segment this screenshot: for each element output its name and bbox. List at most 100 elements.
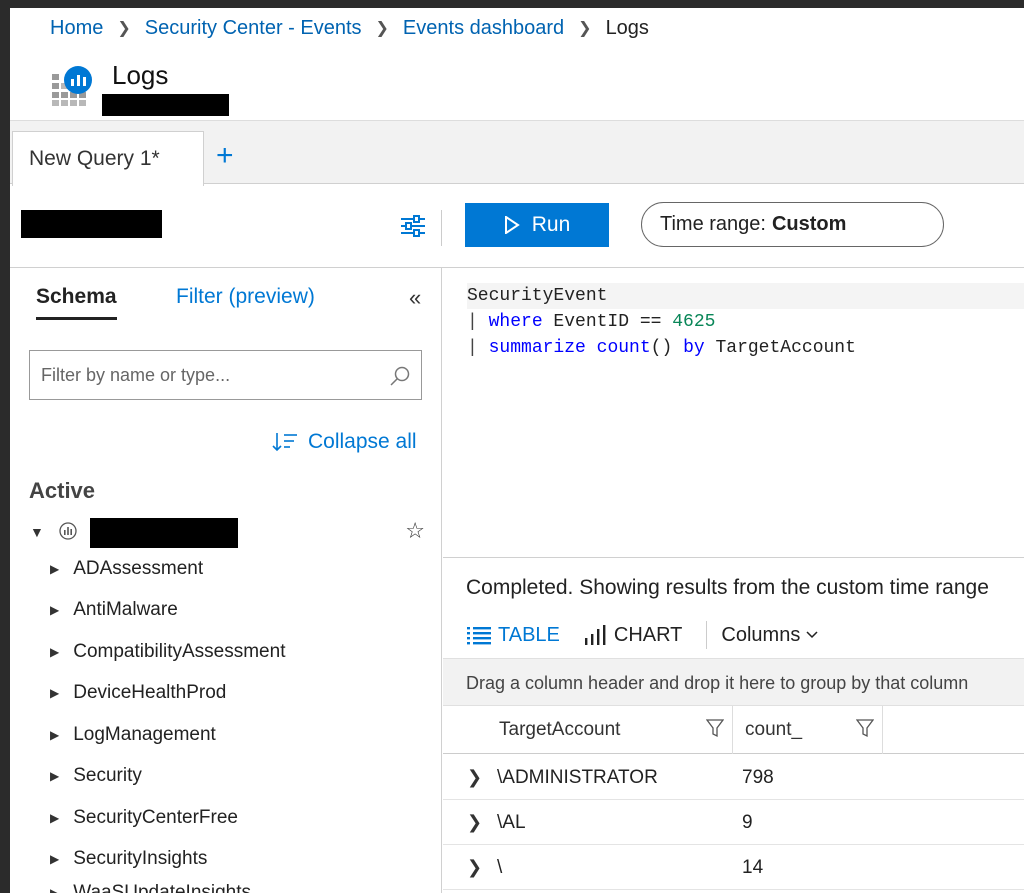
schema-item[interactable]: ▶ CompatibilityAssessment	[50, 641, 285, 663]
cell-count: 14	[742, 857, 764, 878]
code-keyword: summarize	[488, 338, 586, 358]
cell-target-account: \ADMINISTRATOR	[497, 767, 658, 788]
group-by-drop-zone[interactable]: Drag a column header and drop it here to…	[443, 658, 1024, 706]
star-icon[interactable]: ☆	[405, 518, 425, 544]
code-keyword: where	[488, 312, 543, 332]
column-header-label: count_	[745, 719, 803, 740]
tab-new-query-1[interactable]: New Query 1*	[12, 131, 204, 186]
collapse-all-button[interactable]: Collapse all	[272, 430, 417, 454]
workspace-icon	[59, 522, 77, 540]
tab-filter-preview[interactable]: Filter (preview)	[176, 285, 315, 309]
play-icon	[504, 216, 520, 234]
table-row[interactable]: ❯ \ADMINISTRATOR 798	[443, 755, 1024, 800]
run-button[interactable]: Run	[465, 203, 609, 247]
caret-right-icon: ▶	[50, 769, 60, 783]
results-pane: Completed. Showing results from the cust…	[443, 558, 1024, 893]
columns-dropdown[interactable]: Columns	[721, 624, 818, 647]
breadcrumb-current: Logs	[605, 16, 649, 39]
caret-right-icon: ▶	[50, 603, 60, 617]
sort-lines-icon	[272, 433, 297, 452]
collapse-all-label: Collapse all	[308, 430, 417, 453]
column-header-count[interactable]: count_	[733, 706, 883, 754]
schema-search-box	[29, 350, 422, 400]
time-range-button[interactable]: Time range: Custom	[641, 202, 944, 247]
caret-right-icon: ▶	[50, 886, 60, 893]
active-section-heading: Active	[29, 478, 96, 503]
chevron-right-icon: ❯	[375, 20, 389, 37]
columns-label: Columns	[721, 623, 801, 646]
code-pipe: |	[467, 312, 489, 332]
caret-right-icon: ▶	[50, 728, 60, 742]
tab-chart[interactable]: CHART	[584, 623, 683, 647]
view-tabs: TABLE CHART Columns	[466, 620, 818, 650]
caret-down-icon[interactable]: ▼	[30, 524, 44, 540]
schema-item-label: CompatibilityAssessment	[73, 641, 286, 662]
schema-item[interactable]: ▶ ADAssessment	[50, 558, 203, 580]
schema-item[interactable]: ▶ WaaSUpdateInsights	[50, 882, 251, 893]
breadcrumb-home[interactable]: Home	[50, 17, 103, 40]
run-button-label: Run	[531, 213, 571, 236]
expand-row-icon[interactable]: ❯	[467, 767, 482, 788]
schema-item-label: ADAssessment	[73, 558, 204, 579]
schema-item-label: SecurityCenterFree	[73, 807, 238, 828]
cell-count: 9	[742, 812, 753, 833]
view-tabs-divider	[706, 621, 708, 649]
code-text: EventID ==	[542, 312, 673, 332]
toolbar-divider	[441, 210, 442, 246]
caret-right-icon: ▶	[50, 852, 60, 866]
time-range-prefix: Time range:	[660, 213, 766, 235]
filter-icon[interactable]	[856, 718, 874, 740]
schema-item-label: WaaSUpdateInsights	[73, 882, 252, 893]
schema-item[interactable]: ▶ LogManagement	[50, 724, 216, 746]
workspace-row[interactable]: ▼ ☆	[30, 518, 425, 548]
table-row[interactable]: ❯ \AL 9	[443, 800, 1024, 845]
collapse-panel-icon[interactable]: «	[409, 285, 421, 311]
expand-row-icon[interactable]: ❯	[467, 812, 482, 833]
schema-item-label: AntiMalware	[73, 599, 178, 620]
column-header-label: TargetAccount	[499, 719, 621, 740]
code-line: SecurityEvent	[467, 283, 1024, 309]
cell-target-account: \	[497, 857, 503, 878]
schema-item[interactable]: ▶ AntiMalware	[50, 599, 178, 621]
breadcrumb-security-center[interactable]: Security Center - Events	[145, 17, 362, 40]
query-tabbar: New Query 1* +	[10, 120, 1024, 186]
redacted-subtitle	[102, 94, 229, 116]
code-table-name: SecurityEvent	[467, 286, 608, 306]
schema-panel: Schema Filter (preview) « Collapse all A…	[10, 268, 442, 893]
tab-schema[interactable]: Schema	[36, 285, 117, 320]
breadcrumb-events-dashboard[interactable]: Events dashboard	[403, 17, 564, 40]
schema-item-label: LogManagement	[73, 724, 216, 745]
add-tab-icon[interactable]: +	[216, 139, 234, 173]
redacted-workspace-name	[21, 210, 162, 238]
results-status: Completed. Showing results from the cust…	[466, 576, 989, 599]
chevron-right-icon: ❯	[117, 20, 131, 37]
settings-sliders-icon[interactable]	[399, 212, 427, 240]
results-grid-header: TargetAccount count_	[443, 706, 1024, 754]
schema-item-label: SecurityInsights	[73, 848, 208, 869]
filter-icon[interactable]	[706, 718, 724, 740]
tab-table[interactable]: TABLE	[466, 624, 560, 647]
search-icon	[390, 366, 410, 386]
breadcrumb: Home ❯ Security Center - Events ❯ Events…	[50, 15, 649, 41]
tab-table-label: TABLE	[498, 623, 560, 646]
query-editor[interactable]: SecurityEvent | where EventID == 4625 | …	[443, 268, 1024, 558]
chevron-right-icon: ❯	[578, 20, 592, 37]
code-keyword: by	[683, 338, 705, 358]
page-title: Logs	[112, 60, 169, 90]
schema-item[interactable]: ▶ Security	[50, 765, 142, 787]
expand-row-icon[interactable]: ❯	[467, 857, 482, 878]
schema-item[interactable]: ▶ SecurityInsights	[50, 848, 207, 870]
cell-target-account: \AL	[497, 812, 526, 833]
schema-item-label: Security	[73, 765, 142, 786]
code-line: | summarize count() by TargetAccount	[467, 335, 856, 361]
tab-chart-label: CHART	[613, 623, 683, 646]
table-row[interactable]: ❯ \ 14	[443, 845, 1024, 890]
chevron-down-icon	[806, 631, 818, 639]
code-line: | where EventID == 4625	[467, 309, 715, 335]
schema-search-input[interactable]	[41, 364, 381, 386]
schema-item[interactable]: ▶ DeviceHealthProd	[50, 682, 226, 704]
column-header-targetaccount[interactable]: TargetAccount	[487, 706, 733, 754]
schema-item[interactable]: ▶ SecurityCenterFree	[50, 807, 238, 829]
caret-right-icon: ▶	[50, 811, 60, 825]
